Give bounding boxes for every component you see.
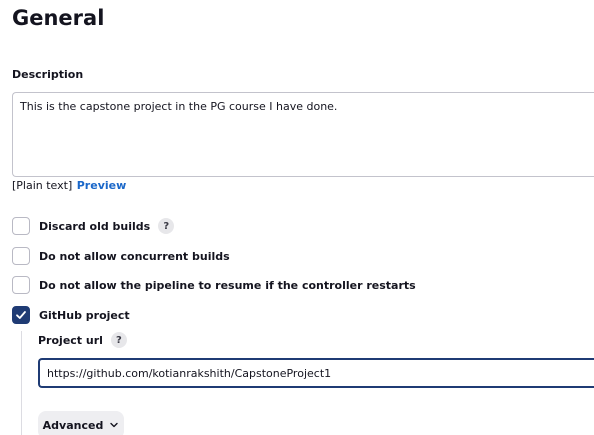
option-github-project[interactable]: GitHub project xyxy=(12,305,130,325)
github-project-label: GitHub project xyxy=(39,308,130,322)
discard-old-builds-label: Discard old builds xyxy=(39,219,151,233)
description-textarea[interactable]: This is the capstone project in the PG c… xyxy=(12,92,594,177)
option-no-resume-pipeline[interactable]: Do not allow the pipeline to resume if t… xyxy=(12,275,416,295)
description-text: This is the capstone project in the PG c… xyxy=(20,100,338,113)
help-icon[interactable]: ? xyxy=(110,332,127,348)
no-resume-pipeline-label: Do not allow the pipeline to resume if t… xyxy=(39,278,416,292)
advanced-label: Advanced xyxy=(42,418,104,432)
project-url-value: https://github.com/kotianrakshith/Capsto… xyxy=(47,366,332,380)
format-hint: [Plain text] Preview xyxy=(12,179,126,192)
project-url-label-row: Project url ? xyxy=(38,331,127,349)
checkmark-icon xyxy=(16,311,26,319)
preview-link[interactable]: Preview xyxy=(77,179,127,192)
general-config-panel: General Description This is the capstone… xyxy=(0,0,594,435)
project-url-label: Project url xyxy=(38,333,103,347)
chevron-down-icon xyxy=(110,422,119,428)
section-title: General xyxy=(12,6,105,30)
description-label: Description xyxy=(12,68,84,81)
plain-text-label: [Plain text] xyxy=(12,179,73,192)
no-concurrent-builds-checkbox[interactable] xyxy=(12,247,30,265)
option-discard-old-builds[interactable]: Discard old builds ? xyxy=(12,216,175,236)
help-icon[interactable]: ? xyxy=(158,218,175,234)
project-url-input[interactable]: https://github.com/kotianrakshith/Capsto… xyxy=(38,358,594,388)
option-no-concurrent-builds[interactable]: Do not allow concurrent builds xyxy=(12,246,230,266)
github-project-checkbox[interactable] xyxy=(12,306,30,324)
no-concurrent-builds-label: Do not allow concurrent builds xyxy=(39,249,230,263)
discard-old-builds-checkbox[interactable] xyxy=(12,217,30,235)
advanced-button[interactable]: Advanced xyxy=(38,411,124,435)
no-resume-pipeline-checkbox[interactable] xyxy=(12,276,30,294)
nested-section-indicator xyxy=(21,331,22,435)
